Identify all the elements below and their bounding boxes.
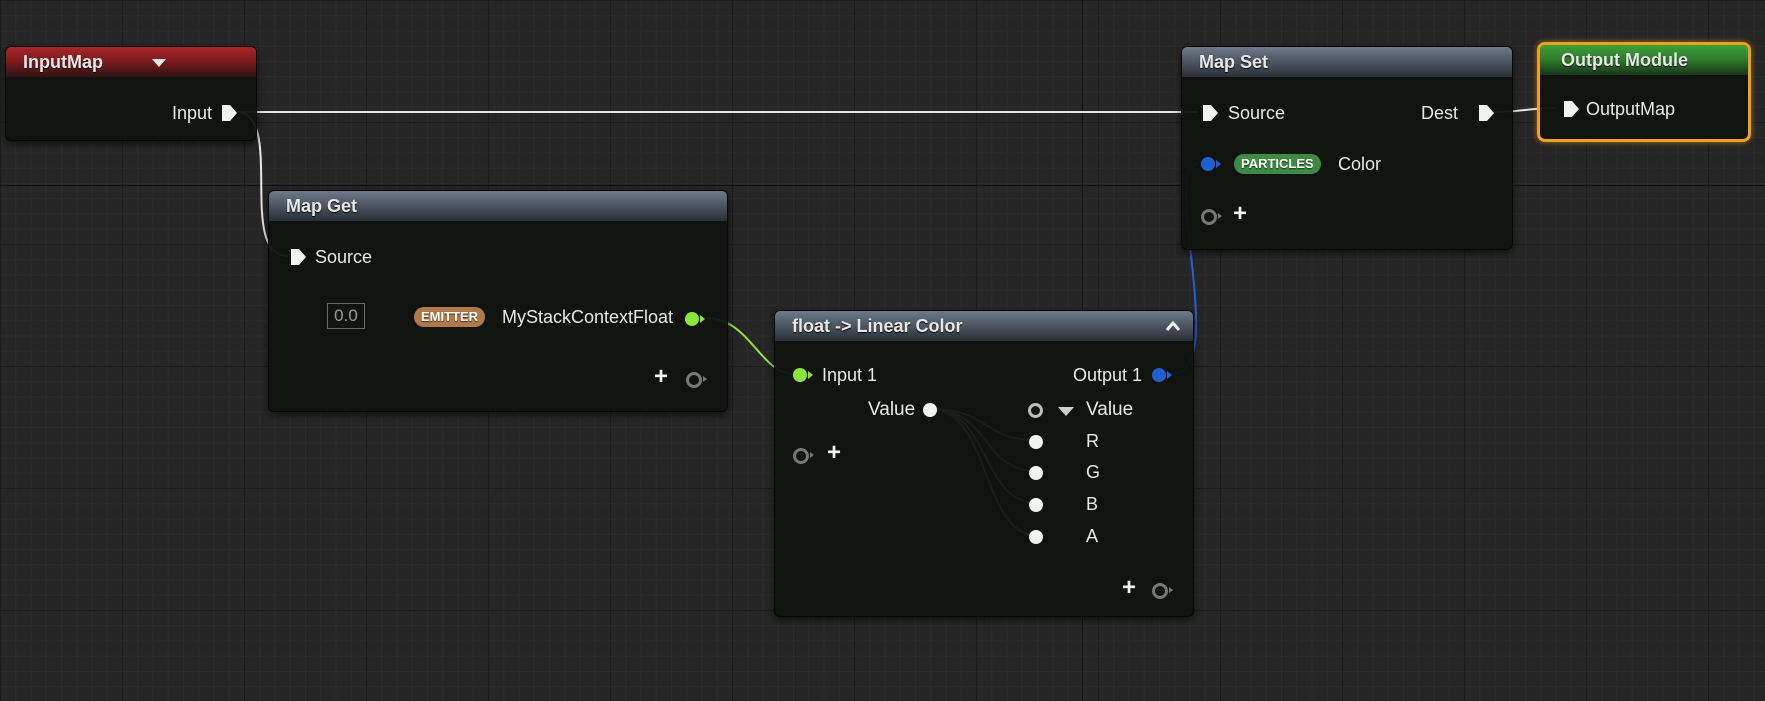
component-b-label: B: [1086, 494, 1099, 514]
pin-arrow-icon: [1169, 587, 1173, 593]
value-input-pin[interactable]: [923, 403, 937, 417]
caret-down-icon[interactable]: [1058, 407, 1074, 416]
float-to-linear-color-node[interactable]: float -> Linear Color Input 1 Output 1 V…: [774, 310, 1194, 617]
output-map-label: OutputMap: [1586, 99, 1676, 119]
chevron-up-icon[interactable]: [1165, 320, 1181, 332]
plus-icon[interactable]: +: [827, 441, 841, 465]
add-input-pin-icon[interactable]: [793, 448, 809, 464]
add-output-pin-icon[interactable]: [1152, 583, 1168, 599]
exec-pin-icon[interactable]: [220, 104, 238, 122]
plus-icon[interactable]: +: [1122, 576, 1136, 600]
color-input-pin[interactable]: [1201, 157, 1215, 171]
input-map-title: InputMap: [23, 52, 103, 72]
output-module-node[interactable]: Output Module OutputMap: [1537, 42, 1751, 142]
pin-arrow-icon: [700, 315, 705, 323]
map-get-node[interactable]: Map Get Source 0.0 EMITTER MyStackContex…: [268, 190, 728, 412]
map-set-source-label: Source: [1228, 103, 1286, 123]
map-get-header[interactable]: Map Get: [269, 191, 727, 221]
caret-down-icon[interactable]: [152, 59, 166, 67]
map-get-title: Map Get: [286, 196, 358, 216]
output1-label: Output 1: [1072, 365, 1142, 385]
float-output-pin[interactable]: [685, 312, 699, 326]
value-output-pin[interactable]: [1028, 403, 1043, 418]
exec-pin-icon[interactable]: [1562, 100, 1580, 118]
input-map-node[interactable]: InputMap Input: [5, 46, 257, 141]
pin-arrow-icon: [808, 371, 813, 379]
plus-icon[interactable]: +: [654, 365, 668, 389]
value-input-label: Value: [868, 399, 916, 420]
component-a-label: A: [1086, 526, 1099, 546]
pin-arrow-icon: [703, 376, 707, 382]
add-pin-icon[interactable]: [686, 372, 702, 388]
add-pin-icon[interactable]: [1201, 209, 1217, 225]
namespace-badge-particles: PARTICLES: [1234, 154, 1321, 174]
value-output-label: Value: [1086, 399, 1134, 420]
plus-icon[interactable]: +: [1233, 202, 1247, 226]
input-map-output-label: Input: [171, 103, 212, 123]
component-g-label: G: [1086, 462, 1101, 482]
map-set-header[interactable]: Map Set: [1182, 47, 1512, 77]
pin-arrow-icon: [1167, 371, 1172, 379]
pin-arrow-icon: [810, 452, 814, 458]
map-get-output-label: MyStackContextFloat: [502, 307, 674, 327]
component-b-pin[interactable]: [1029, 498, 1043, 512]
component-r-pin[interactable]: [1029, 435, 1043, 449]
output-module-title: Output Module: [1561, 50, 1688, 70]
input1-label: Input 1: [822, 365, 878, 385]
default-value-field[interactable]: 0.0: [327, 303, 365, 329]
map-get-source-label: Source: [315, 247, 373, 267]
float-to-linear-color-header[interactable]: float -> Linear Color: [775, 311, 1193, 341]
input-map-header[interactable]: InputMap: [6, 47, 256, 77]
input1-pin[interactable]: [793, 368, 807, 382]
component-r-label: R: [1086, 431, 1099, 451]
output1-pin[interactable]: [1152, 368, 1166, 382]
component-g-pin[interactable]: [1029, 466, 1043, 480]
pin-arrow-icon: [1218, 213, 1222, 219]
pin-arrow-icon: [1216, 160, 1221, 168]
map-set-param-label: Color: [1338, 154, 1382, 174]
namespace-badge-emitter: EMITTER: [414, 307, 486, 327]
exec-pin-icon[interactable]: [289, 248, 307, 266]
exec-pin-icon[interactable]: [1477, 104, 1495, 122]
exec-pin-icon[interactable]: [1201, 104, 1219, 122]
component-a-pin[interactable]: [1029, 530, 1043, 544]
map-set-dest-label: Dest: [1420, 103, 1458, 123]
float-to-linear-color-title: float -> Linear Color: [792, 316, 963, 336]
output-module-header[interactable]: Output Module: [1540, 45, 1748, 75]
map-set-node[interactable]: Map Set Source Dest PARTICLES Color +: [1181, 46, 1513, 250]
map-set-title: Map Set: [1199, 52, 1269, 72]
